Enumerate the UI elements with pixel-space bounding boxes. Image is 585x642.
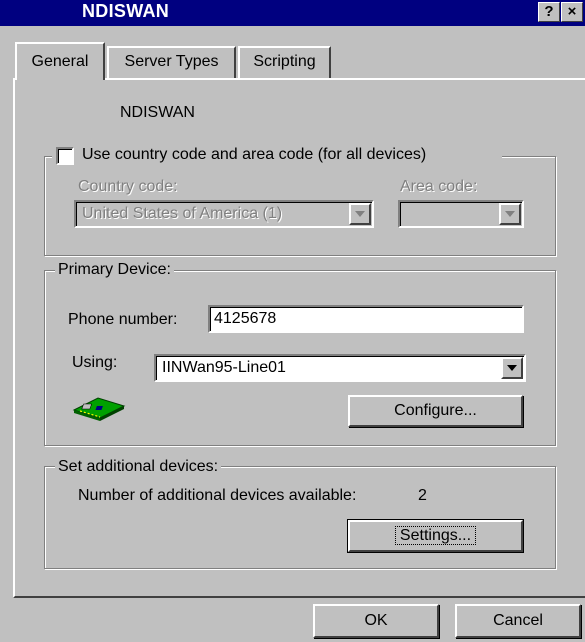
ok-button[interactable]: OK — [313, 604, 439, 638]
close-button[interactable]: × — [561, 2, 583, 22]
cancel-button[interactable]: Cancel — [455, 604, 581, 638]
network-card-icon — [70, 392, 130, 422]
additional-devices-count-label: Number of additional devices available: — [78, 487, 357, 504]
additional-devices-group — [44, 466, 556, 569]
using-device-dropdown-icon[interactable] — [501, 357, 523, 379]
connection-name: NDISWAN — [120, 104, 195, 121]
country-code-dropdown-icon — [349, 203, 371, 225]
phone-number-input[interactable]: 4125678 — [208, 305, 524, 333]
phone-number-value: 4125678 — [214, 310, 277, 327]
ok-button-label: OK — [364, 612, 388, 629]
additional-devices-legend: Set additional devices: — [55, 458, 222, 476]
country-code-label: Country code: — [78, 178, 178, 195]
area-code-select — [398, 200, 524, 228]
window-title: NDISWAN — [82, 1, 170, 21]
using-device-select[interactable]: IINWan95-Line01 — [154, 354, 526, 382]
phone-number-label: Phone number: — [68, 311, 178, 328]
area-code-label: Area code: — [400, 178, 478, 195]
country-code-select: United States of America (1) — [74, 200, 374, 228]
tab-general[interactable]: General — [15, 42, 105, 80]
using-device-value: IINWan95-Line01 — [162, 359, 286, 376]
country-code-value: United States of America (1) — [82, 205, 283, 222]
use-country-code-checkbox[interactable] — [56, 147, 74, 165]
help-button[interactable]: ? — [538, 2, 560, 22]
tab-server-types[interactable]: Server Types — [107, 46, 236, 78]
settings-button[interactable]: Settings... — [347, 519, 524, 553]
settings-button-label: Settings... — [394, 526, 477, 545]
cancel-button-label: Cancel — [493, 612, 543, 629]
configure-button-label: Configure... — [394, 402, 477, 419]
using-label: Using: — [72, 354, 118, 371]
area-code-dropdown-icon — [499, 203, 521, 225]
additional-devices-count: 2 — [418, 487, 427, 504]
configure-button[interactable]: Configure... — [348, 395, 523, 427]
use-country-code-label: Use country code and area code (for all … — [82, 146, 427, 163]
primary-device-legend: Primary Device: — [55, 261, 174, 279]
tab-scripting[interactable]: Scripting — [238, 46, 331, 78]
use-country-code-row[interactable]: Use country code and area code (for all … — [52, 145, 502, 167]
